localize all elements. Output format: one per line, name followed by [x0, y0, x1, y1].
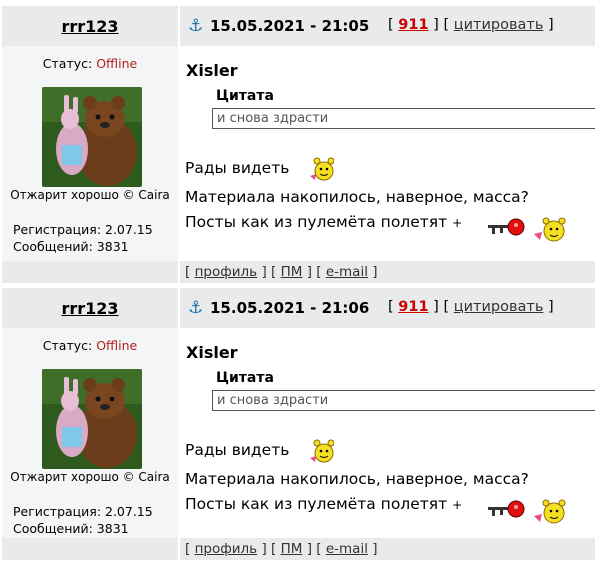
status-offline-badge: Offline [96, 56, 138, 71]
quote-box: и снова здрасти [212, 108, 595, 129]
post-text-line: Посты как из пулемёта полетят + [185, 495, 463, 513]
email-link[interactable]: e-mail [326, 541, 368, 557]
post-text-line: Рады видеть [185, 441, 290, 459]
user-status: Статус: Offline [42, 338, 138, 353]
post-meta: [ 911 ] [ цитировать ] [388, 299, 554, 315]
quote-link[interactable]: цитировать [454, 299, 544, 315]
post-content: Xisler Цитата и снова здрасти Рады видет… [180, 46, 595, 261]
post-date: 15.05.2021 - 21:06 [210, 299, 370, 317]
quote-author: Xisler [186, 343, 238, 362]
avatar-caption: Отжарит хорошо © Caira [10, 470, 170, 484]
user-status: Статус: Offline [42, 56, 138, 71]
footer-left [2, 538, 178, 560]
post-date: 15.05.2021 - 21:05 [210, 17, 370, 35]
author-header: rrr123 [2, 288, 178, 328]
author-name-link[interactable]: rrr123 [61, 17, 118, 36]
quote-author: Xisler [186, 61, 238, 80]
post-content: Xisler Цитата и снова здрасти Рады видет… [180, 328, 595, 543]
avatar [42, 87, 142, 187]
post-footer: [ профиль ] [ ПМ ] [ e-mail ] [180, 261, 595, 283]
avatar [42, 369, 142, 469]
user-stats: Регистрация: 2.07.15 Сообщений: 3831 [13, 503, 153, 537]
waving-smiley-icon [310, 439, 334, 463]
quote-header: Цитата [216, 88, 274, 104]
anchor-icon[interactable]: ⚓ [188, 16, 203, 36]
profile-link[interactable]: профиль [195, 264, 258, 280]
author-name-link[interactable]: rrr123 [61, 299, 118, 318]
waving-smiley-icon [534, 217, 566, 242]
waving-smiley-icon [310, 157, 334, 181]
machine-gun-icon [488, 500, 525, 518]
quote-link[interactable]: цитировать [454, 17, 544, 33]
pm-link[interactable]: ПМ [281, 264, 303, 280]
author-header: rrr123 [2, 6, 178, 46]
post-text-line: Материала накопилось, наверное, масса? [185, 470, 529, 488]
status-offline-badge: Offline [96, 338, 138, 353]
user-info-panel: Статус: Offline Отжарит хорошо © Caira Р… [2, 328, 178, 543]
post-text-line: Посты как из пулемёта полетят + [185, 213, 463, 231]
post-text-line: Рады видеть [185, 159, 290, 177]
post-footer: [ профиль ] [ ПМ ] [ e-mail ] [180, 538, 595, 560]
registration-date: Регистрация: 2.07.15 [13, 504, 153, 519]
message-count: Сообщений: 3831 [13, 239, 129, 254]
email-link[interactable]: e-mail [326, 264, 368, 280]
profile-link[interactable]: профиль [195, 541, 258, 557]
post-header: ⚓ 15.05.2021 - 21:06 [ 911 ] [ цитироват… [180, 288, 595, 328]
user-stats: Регистрация: 2.07.15 Сообщений: 3831 [13, 221, 153, 255]
post-header: ⚓ 15.05.2021 - 21:05 [ 911 ] [ цитироват… [180, 6, 595, 46]
quote-box: и снова здрасти [212, 390, 595, 411]
post-meta: [ 911 ] [ цитировать ] [388, 17, 554, 33]
waving-smiley-icon [534, 499, 566, 524]
post-number-link[interactable]: 911 [398, 17, 428, 33]
quote-header: Цитата [216, 370, 274, 386]
anchor-icon[interactable]: ⚓ [188, 298, 203, 318]
footer-left [2, 261, 178, 283]
user-info-panel: Статус: Offline Отжарит хорошо © Caira Р… [2, 46, 178, 261]
registration-date: Регистрация: 2.07.15 [13, 222, 153, 237]
avatar-caption: Отжарит хорошо © Caira [10, 188, 170, 202]
machine-gun-icon [488, 218, 525, 236]
post-number-link[interactable]: 911 [398, 299, 428, 315]
post-text-line: Материала накопилось, наверное, масса? [185, 188, 529, 206]
message-count: Сообщений: 3831 [13, 521, 129, 536]
pm-link[interactable]: ПМ [281, 541, 303, 557]
